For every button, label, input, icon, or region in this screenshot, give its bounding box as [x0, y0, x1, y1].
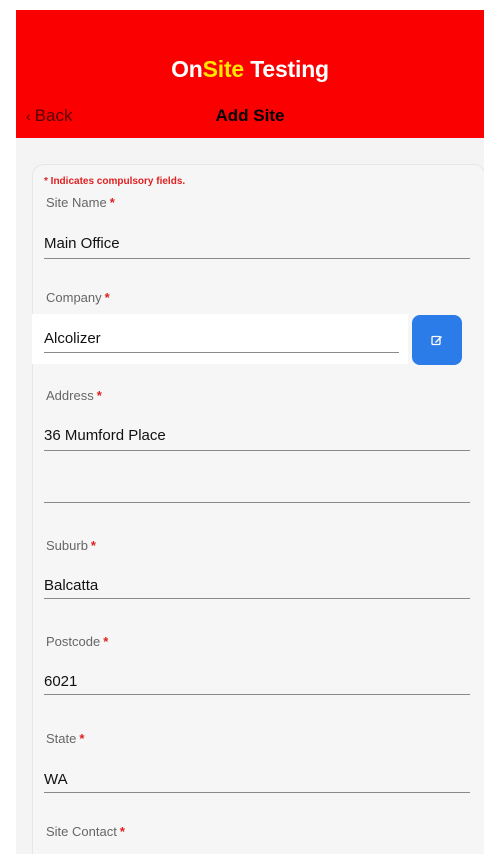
site-name-label: Site Name * [46, 195, 115, 210]
postcode-underline [44, 694, 470, 695]
site-contact-label: Site Contact * [46, 824, 125, 839]
required-note: * Indicates compulsory fields. [44, 176, 186, 187]
back-button[interactable]: ‹ Back [26, 106, 72, 126]
required-asterisk: * [103, 634, 109, 649]
app-title-part2: Site [202, 56, 245, 82]
company-label: Company * [46, 290, 110, 305]
postcode-label: Postcode * [46, 634, 109, 649]
company-underline [44, 352, 399, 353]
add-site-screen: OnSite Testing Add Site ‹ Back * Indicate… [0, 0, 484, 854]
suburb-label: Suburb * [46, 538, 96, 553]
address-line2-underline [44, 502, 470, 503]
address-line1-underline [44, 450, 470, 451]
form-card [32, 164, 484, 854]
app-title: OnSite Testing [16, 56, 484, 83]
chevron-left-icon: ‹ [26, 108, 31, 124]
required-asterisk: * [104, 290, 110, 305]
company-field[interactable]: Alcolizer [44, 330, 101, 347]
back-label: Back [34, 106, 73, 125]
app-title-part1: On [171, 56, 203, 82]
suburb-field[interactable]: Balcatta [44, 577, 98, 594]
required-asterisk: * [96, 388, 102, 403]
app-title-part3: Testing [244, 56, 329, 82]
state-label: State * [46, 731, 85, 746]
edit-icon [431, 335, 442, 346]
edit-company-button[interactable] [412, 315, 462, 365]
state-field[interactable]: WA [44, 771, 68, 788]
postcode-field[interactable]: 6021 [44, 673, 77, 690]
required-asterisk: * [79, 731, 85, 746]
address-line1-field[interactable]: 36 Mumford Place [44, 427, 166, 444]
required-asterisk: * [109, 195, 115, 210]
page-title: Add Site [215, 106, 285, 125]
site-name-field[interactable]: Main Office [44, 235, 120, 252]
app-header: OnSite Testing Add Site ‹ Back [16, 10, 484, 138]
suburb-underline [44, 598, 470, 599]
site-name-underline [44, 258, 470, 259]
required-asterisk: * [119, 824, 125, 839]
address-label: Address * [46, 388, 102, 403]
state-underline [44, 792, 470, 793]
required-asterisk: * [90, 538, 96, 553]
